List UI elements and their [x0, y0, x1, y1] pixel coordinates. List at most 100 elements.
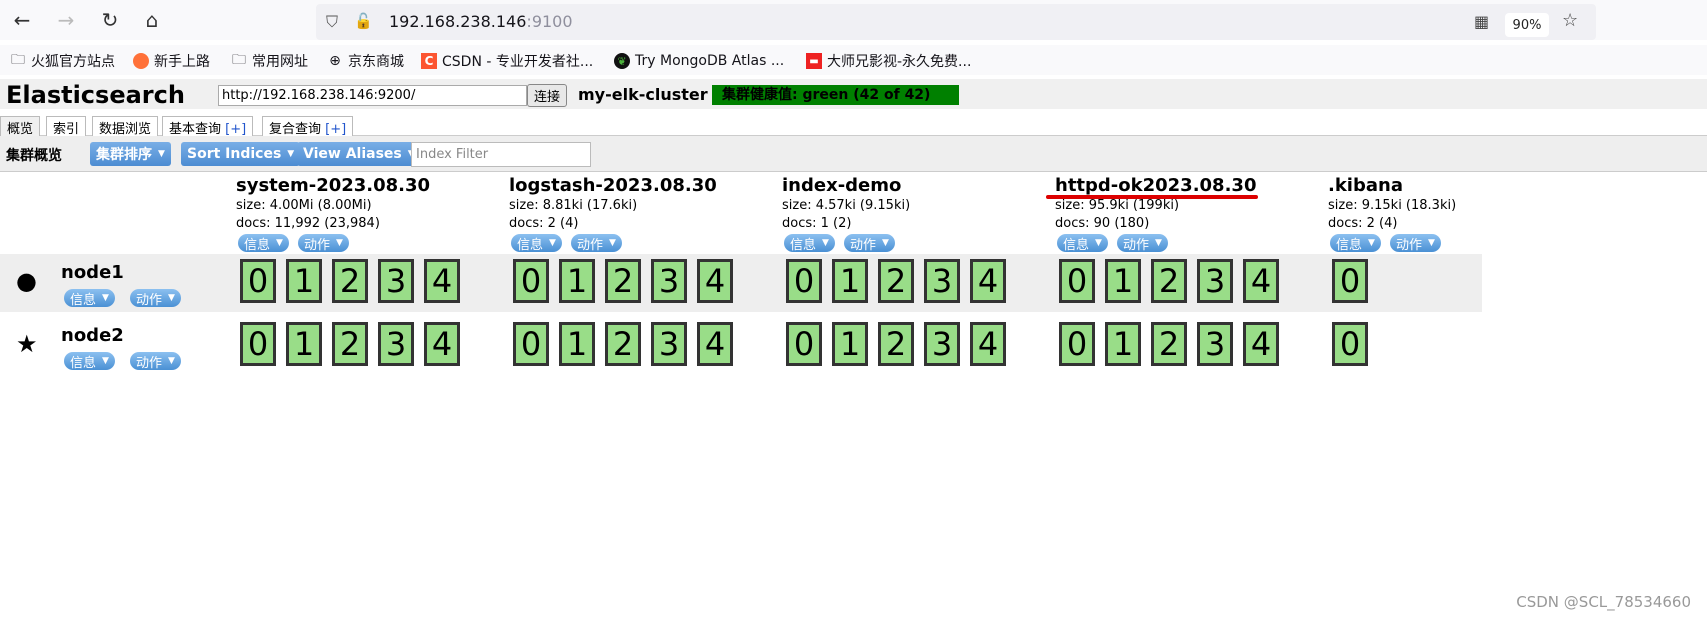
shard-box[interactable]: 2 — [605, 259, 641, 303]
bookmark-star-icon[interactable]: ☆ — [1562, 10, 1578, 31]
index-action-button[interactable]: 动作 ▼ — [1390, 234, 1441, 253]
shard-box[interactable]: 4 — [970, 322, 1006, 366]
shard-box[interactable]: 1 — [286, 322, 322, 366]
tab-overview[interactable]: 概览 — [0, 116, 41, 137]
shard-box[interactable]: 2 — [1151, 322, 1187, 366]
index-info-button[interactable]: 信息 ▼ — [784, 234, 835, 253]
index-docs: docs: 2 (4) — [509, 216, 579, 231]
shard-box[interactable]: 0 — [1332, 259, 1368, 303]
index-name: .kibana — [1328, 175, 1403, 196]
caret-down-icon: ▼ — [609, 238, 616, 248]
shard-box[interactable]: 4 — [424, 259, 460, 303]
shard-box[interactable]: 0 — [1059, 259, 1095, 303]
url-text[interactable]: 192.168.238.146:9100 — [389, 12, 573, 31]
mongodb-icon: ❦ — [614, 53, 630, 69]
shard-box[interactable]: 2 — [332, 259, 368, 303]
node-action-button[interactable]: 动作 ▼ — [130, 352, 181, 371]
cluster-sort-button[interactable]: 集群排序 ▼ — [90, 142, 171, 166]
folder-icon: 🗀 — [11, 52, 25, 68]
shard-box[interactable]: 0 — [786, 259, 822, 303]
shard-box[interactable]: 1 — [559, 322, 595, 366]
index-size: size: 95.9ki (199ki) — [1055, 198, 1180, 213]
shard-box[interactable]: 3 — [651, 322, 687, 366]
index-info-button[interactable]: 信息 ▼ — [238, 234, 289, 253]
shard-box[interactable]: 2 — [878, 259, 914, 303]
folder-icon: 🗀 — [232, 52, 246, 68]
shard-box[interactable]: 1 — [832, 322, 868, 366]
shard-box[interactable]: 1 — [1105, 322, 1141, 366]
shard-box[interactable]: 3 — [651, 259, 687, 303]
shard-box[interactable]: 1 — [832, 259, 868, 303]
index-info-button[interactable]: 信息 ▼ — [1057, 234, 1108, 253]
shard-box[interactable]: 4 — [970, 259, 1006, 303]
shard-box[interactable]: 2 — [332, 322, 368, 366]
node-name: node1 — [61, 262, 124, 283]
shard-box[interactable]: 3 — [378, 322, 414, 366]
index-action-button[interactable]: 动作 ▼ — [844, 234, 895, 253]
sort-indices-button[interactable]: Sort Indices ▼ — [181, 142, 301, 166]
index-header: system-2023.08.30 size: 4.00Mi (8.00Mi) … — [236, 176, 496, 253]
reload-icon[interactable]: ↻ — [98, 8, 122, 32]
shard-box[interactable]: 0 — [513, 259, 549, 303]
tab-browser[interactable]: 数据浏览 — [92, 116, 159, 137]
shard-box[interactable]: 0 — [240, 322, 276, 366]
index-info-button[interactable]: 信息 ▼ — [1330, 234, 1381, 253]
shard-box[interactable]: 0 — [1332, 322, 1368, 366]
shard-box[interactable]: 3 — [924, 259, 960, 303]
tab-indices[interactable]: 索引 — [46, 116, 87, 137]
tab-basic-query[interactable]: 基本查询 [+] — [162, 116, 254, 137]
tab-compound-query[interactable]: 复合查询 [+] — [262, 116, 354, 137]
bookmark-item[interactable]: 新手上路 — [133, 51, 210, 71]
caret-down-icon: ▼ — [276, 238, 283, 248]
shard-box[interactable]: 3 — [1197, 259, 1233, 303]
globe-icon: ⊕ — [329, 53, 341, 69]
node-info-button[interactable]: 信息 ▼ — [64, 352, 115, 371]
bookmark-item[interactable]: ❦ Try MongoDB Atlas ... — [614, 51, 784, 71]
shard-box[interactable]: 3 — [378, 259, 414, 303]
shard-box[interactable]: 2 — [878, 322, 914, 366]
shard-box[interactable]: 0 — [1059, 322, 1095, 366]
node-action-button[interactable]: 动作 ▼ — [130, 289, 181, 308]
caret-down-icon: ▼ — [287, 149, 295, 159]
shard-box[interactable]: 4 — [1243, 259, 1279, 303]
zoom-level[interactable]: 90% — [1505, 13, 1549, 37]
index-action-button[interactable]: 动作 ▼ — [298, 234, 349, 253]
master-node-circle-icon: ● — [16, 267, 37, 295]
view-aliases-button[interactable]: View Aliases▼ — [297, 142, 421, 166]
bookmark-item[interactable]: 🗀 火狐官方站点 — [10, 51, 115, 71]
shard-box[interactable]: 0 — [786, 322, 822, 366]
index-action-button[interactable]: 动作 ▼ — [571, 234, 622, 253]
connect-url-input[interactable]: http://192.168.238.146:9200/ — [218, 85, 527, 106]
qr-code-icon[interactable]: ▦ — [1474, 12, 1489, 31]
node-info-button[interactable]: 信息 ▼ — [64, 289, 115, 308]
index-info-button[interactable]: 信息 ▼ — [511, 234, 562, 253]
address-bar[interactable]: ⛉ 🔓 192.168.238.146:9100 ▦ 90% ☆ — [316, 4, 1596, 40]
shard-box[interactable]: 4 — [424, 322, 460, 366]
shard-box[interactable]: 0 — [240, 259, 276, 303]
connect-button[interactable]: 连接 — [527, 84, 567, 107]
shard-box[interactable]: 3 — [924, 322, 960, 366]
shard-box[interactable]: 0 — [513, 322, 549, 366]
insecure-lock-icon[interactable]: 🔓 — [354, 12, 373, 30]
shard-box[interactable]: 4 — [697, 259, 733, 303]
shard-box[interactable]: 4 — [697, 322, 733, 366]
shard-box[interactable]: 1 — [286, 259, 322, 303]
bookmark-item[interactable]: ⊕ 京东商城 — [327, 51, 404, 71]
shield-icon[interactable]: ⛉ — [326, 12, 338, 32]
index-filter-input[interactable]: Index Filter — [411, 142, 591, 167]
index-action-button[interactable]: 动作 ▼ — [1117, 234, 1168, 253]
bookmark-item[interactable]: C CSDN - 专业开发者社... — [421, 51, 593, 71]
home-icon[interactable]: ⌂ — [140, 8, 164, 32]
shard-box[interactable]: 4 — [1243, 322, 1279, 366]
shard-box[interactable]: 2 — [605, 322, 641, 366]
bookmark-item[interactable]: 🗀 常用网址 — [231, 51, 308, 71]
back-icon[interactable]: ← — [10, 8, 34, 32]
bookmark-item[interactable]: ▬ 大师兄影视-永久免费... — [806, 51, 971, 71]
es-header: Elasticsearch http://192.168.238.146:920… — [0, 79, 1707, 109]
shard-box[interactable]: 2 — [1151, 259, 1187, 303]
caret-down-icon: ▼ — [102, 293, 109, 303]
shard-box[interactable]: 1 — [1105, 259, 1141, 303]
shard-box[interactable]: 3 — [1197, 322, 1233, 366]
shard-box[interactable]: 1 — [559, 259, 595, 303]
forward-icon[interactable]: → — [54, 8, 78, 32]
